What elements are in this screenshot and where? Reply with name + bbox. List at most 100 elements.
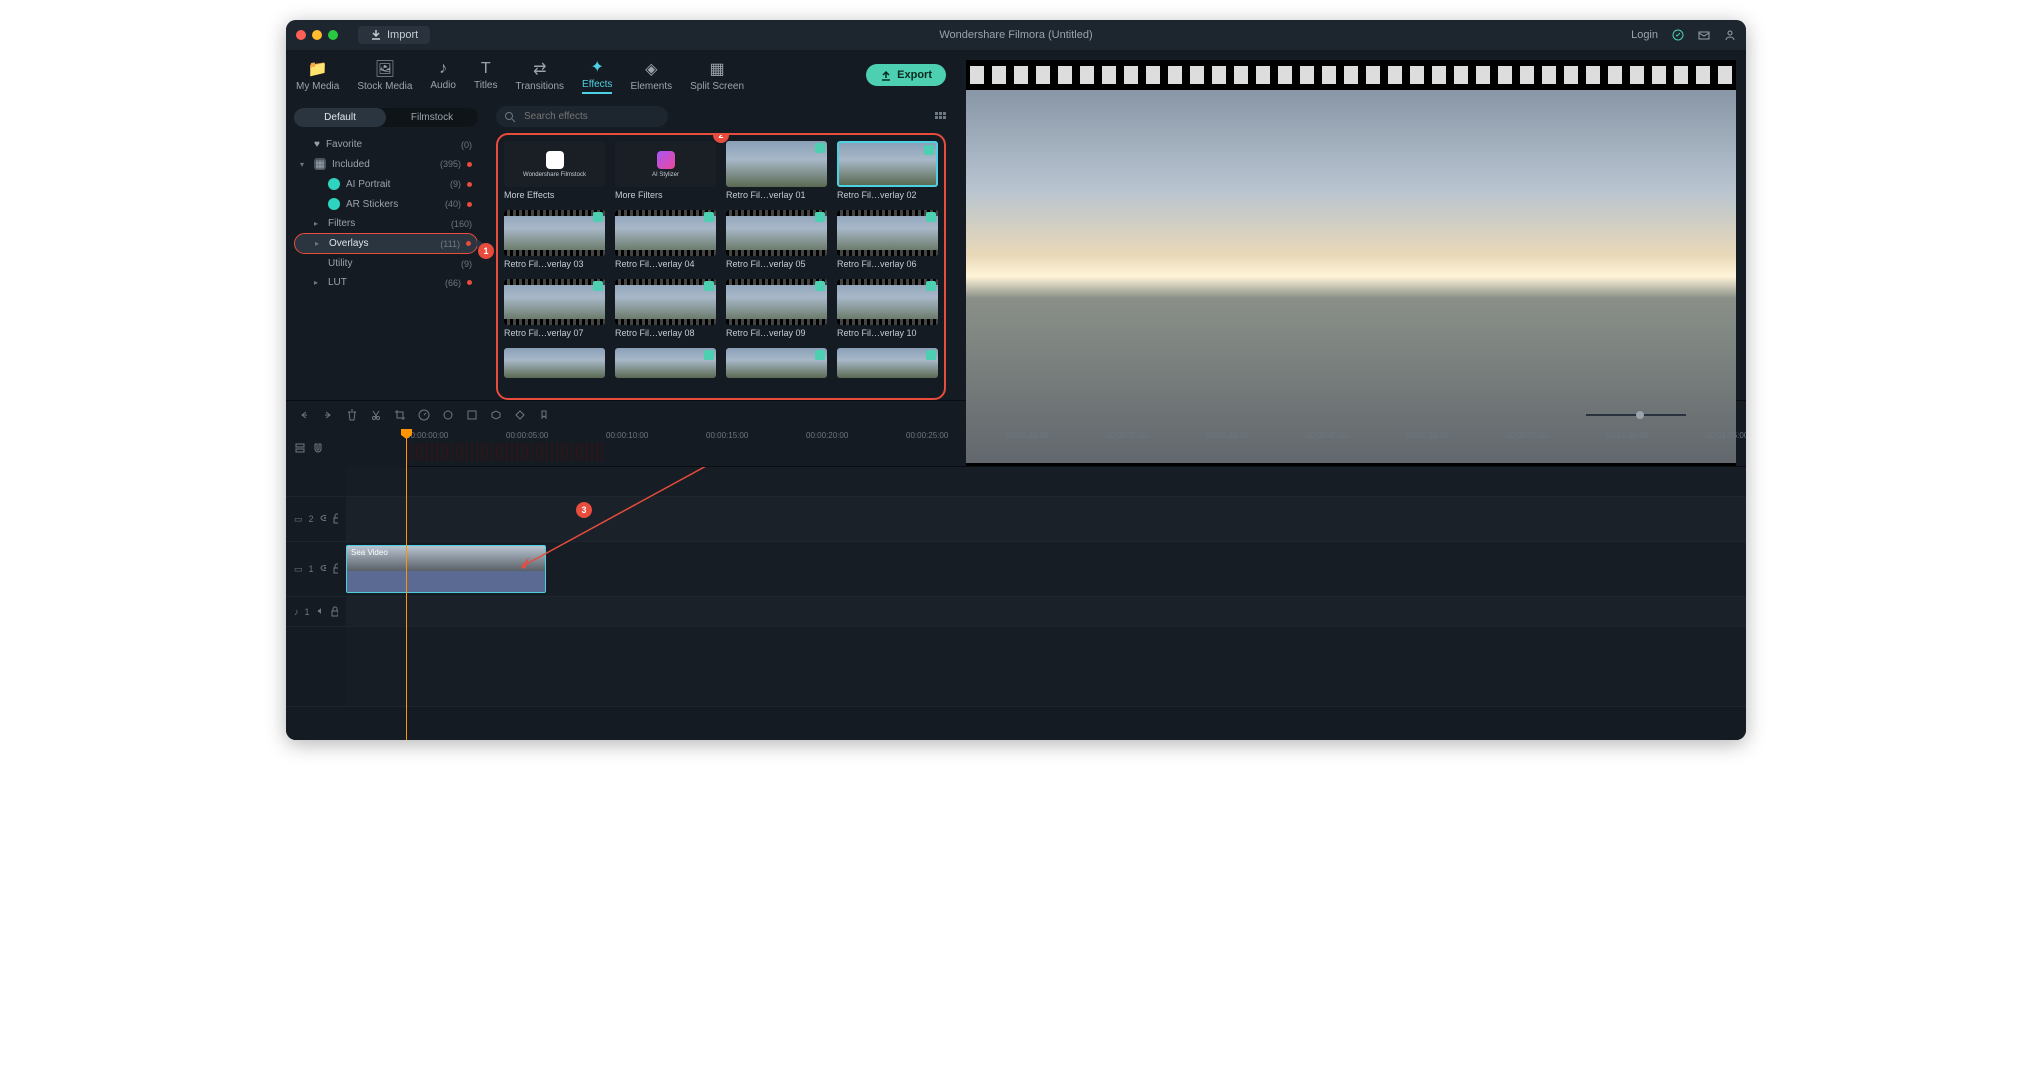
card-label: Retro Fil…verlay 03: [504, 259, 605, 269]
delete-icon[interactable]: [346, 409, 358, 421]
grid-view-icon[interactable]: [934, 111, 946, 123]
effect-card[interactable]: Retro Fil…verlay 07: [504, 279, 605, 338]
user-icon[interactable]: [1724, 29, 1736, 41]
zoom-slider[interactable]: [1586, 414, 1686, 416]
ruler-tick: 00:00:20:00: [806, 431, 848, 440]
ruler-tick: 00:00:55:00: [1506, 431, 1548, 440]
login-button[interactable]: Login: [1631, 29, 1658, 41]
category-tree: ♥Favorite(0)▾▦Included(395)AI Portrait(9…: [294, 135, 478, 292]
ruler-tick: 00:01:05:00: [1706, 431, 1746, 440]
tab-titles[interactable]: TTitles: [474, 60, 498, 91]
sidebar-item-ar-stickers[interactable]: AR Stickers(40): [294, 194, 478, 214]
ruler-tick: 00:01:00:00: [1606, 431, 1648, 440]
effect-card[interactable]: Retro Fil…verlay 03: [504, 210, 605, 269]
sidebar-item-utility[interactable]: Utility(9): [294, 254, 478, 273]
effect-card[interactable]: Retro Fil…verlay 04: [615, 210, 716, 269]
marker-icon[interactable]: [538, 409, 550, 421]
effect-card[interactable]: [615, 348, 716, 378]
speaker-icon[interactable]: [316, 606, 324, 618]
effect-card[interactable]: Retro Fil…verlay 09: [726, 279, 827, 338]
tab-stock-media[interactable]: 🖼Stock Media: [357, 59, 412, 92]
redo-icon[interactable]: [322, 409, 334, 421]
effect-card[interactable]: AI StylizerMore Filters: [615, 141, 716, 200]
titlebar: Import Wondershare Filmora (Untitled) Lo…: [286, 20, 1746, 50]
tab-my-media[interactable]: 📁My Media: [296, 59, 339, 92]
color-icon[interactable]: [442, 409, 454, 421]
lock-icon[interactable]: [332, 563, 338, 575]
undo-icon[interactable]: [298, 409, 310, 421]
tab-audio[interactable]: ♪Audio: [430, 60, 456, 91]
tab-elements[interactable]: ◈Elements: [630, 59, 672, 92]
maximize-icon[interactable]: [328, 30, 338, 40]
sidebar-item-filters[interactable]: ▸Filters(160): [294, 214, 478, 233]
video-clip[interactable]: Sea Video: [346, 545, 546, 593]
window-title: Wondershare Filmora (Untitled): [939, 29, 1092, 41]
sidebar-item-lut[interactable]: ▸LUT(66): [294, 273, 478, 292]
search-input[interactable]: [496, 106, 668, 127]
track-head-v2[interactable]: ▭2: [286, 497, 346, 541]
eye-icon[interactable]: [320, 513, 326, 525]
download-badge-icon: [593, 212, 603, 222]
pill-default[interactable]: Default: [294, 108, 386, 127]
effect-card[interactable]: Retro Fil…verlay 08: [615, 279, 716, 338]
sidebar-item-included[interactable]: ▾▦Included(395): [294, 154, 478, 174]
track-head-v1[interactable]: ▭1: [286, 542, 346, 596]
card-label: Retro Fil…verlay 06: [837, 259, 938, 269]
lock-icon[interactable]: [330, 606, 338, 618]
effect-card[interactable]: Retro Fil…verlay 01: [726, 141, 827, 200]
export-button[interactable]: Export: [866, 64, 946, 86]
ruler-tick: 00:00:15:00: [706, 431, 748, 440]
sidebar-item-favorite[interactable]: ♥Favorite(0): [294, 135, 478, 154]
download-badge-icon: [815, 281, 825, 291]
search-icon: [504, 111, 516, 123]
sidebar-item-overlays[interactable]: ▸Overlays(111): [294, 233, 478, 254]
download-badge-icon: [926, 350, 936, 360]
sync-icon[interactable]: [1672, 29, 1684, 41]
green-screen-icon[interactable]: [466, 409, 478, 421]
lock-icon[interactable]: [332, 513, 338, 525]
effect-card[interactable]: [837, 348, 938, 378]
effects-grid: 2 Wondershare FilmstockMore EffectsAI St…: [496, 133, 946, 400]
effects-sidebar: Default Filmstock ♥Favorite(0)▾▦Included…: [286, 100, 486, 400]
source-toggle[interactable]: Default Filmstock: [294, 108, 478, 127]
card-label: Retro Fil…verlay 07: [504, 328, 605, 338]
tab-effects[interactable]: ✦Effects: [582, 57, 612, 94]
ruler-tick: 00:00:50:00: [1406, 431, 1448, 440]
effect-card[interactable]: Retro Fil…verlay 10: [837, 279, 938, 338]
eye-icon[interactable]: [320, 563, 326, 575]
ruler-tick: 00:00:05:00: [506, 431, 548, 440]
effect-card[interactable]: Retro Fil…verlay 05: [726, 210, 827, 269]
mail-icon[interactable]: [1698, 29, 1710, 41]
speed-icon[interactable]: [418, 409, 430, 421]
download-badge-icon: [593, 281, 603, 291]
track-head-a1[interactable]: ♪1: [286, 597, 346, 626]
card-label: Retro Fil…verlay 04: [615, 259, 716, 269]
crop-icon[interactable]: [394, 409, 406, 421]
download-badge-icon: [924, 145, 934, 155]
minimize-icon[interactable]: [312, 30, 322, 40]
playhead[interactable]: [406, 429, 407, 740]
effect-card[interactable]: Wondershare FilmstockMore Effects: [504, 141, 605, 200]
tab-split-screen[interactable]: ▦Split Screen: [690, 59, 744, 92]
keyframe-icon[interactable]: [514, 409, 526, 421]
track-manager-icon[interactable]: [294, 442, 306, 454]
close-icon[interactable]: [296, 30, 306, 40]
effect-card[interactable]: Retro Fil…verlay 06: [837, 210, 938, 269]
timeline: 00:00:00:0000:00:05:0000:00:10:0000:00:1…: [286, 400, 1746, 740]
effect-card[interactable]: [726, 348, 827, 378]
annotation-badge-1: 1: [478, 243, 494, 259]
import-button[interactable]: Import: [358, 26, 430, 44]
sidebar-item-ai-portrait[interactable]: AI Portrait(9): [294, 174, 478, 194]
annotation-badge-3: 3: [576, 502, 592, 518]
effect-card[interactable]: Retro Fil…verlay 02: [837, 141, 938, 200]
time-ruler[interactable]: 00:00:00:0000:00:05:0000:00:10:0000:00:1…: [406, 429, 1746, 467]
magnet-icon[interactable]: [312, 442, 324, 454]
pill-filmstock[interactable]: Filmstock: [386, 108, 478, 127]
download-icon: [370, 29, 382, 41]
ruler-tick: 00:00:45:00: [1306, 431, 1348, 440]
effect-card[interactable]: [504, 348, 605, 378]
mask-icon[interactable]: [490, 409, 502, 421]
preview-panel: { } 00:00:00:00 1/2: [956, 50, 1746, 400]
cut-icon[interactable]: [370, 409, 382, 421]
tab-transitions[interactable]: ⇄Transitions: [516, 59, 565, 92]
